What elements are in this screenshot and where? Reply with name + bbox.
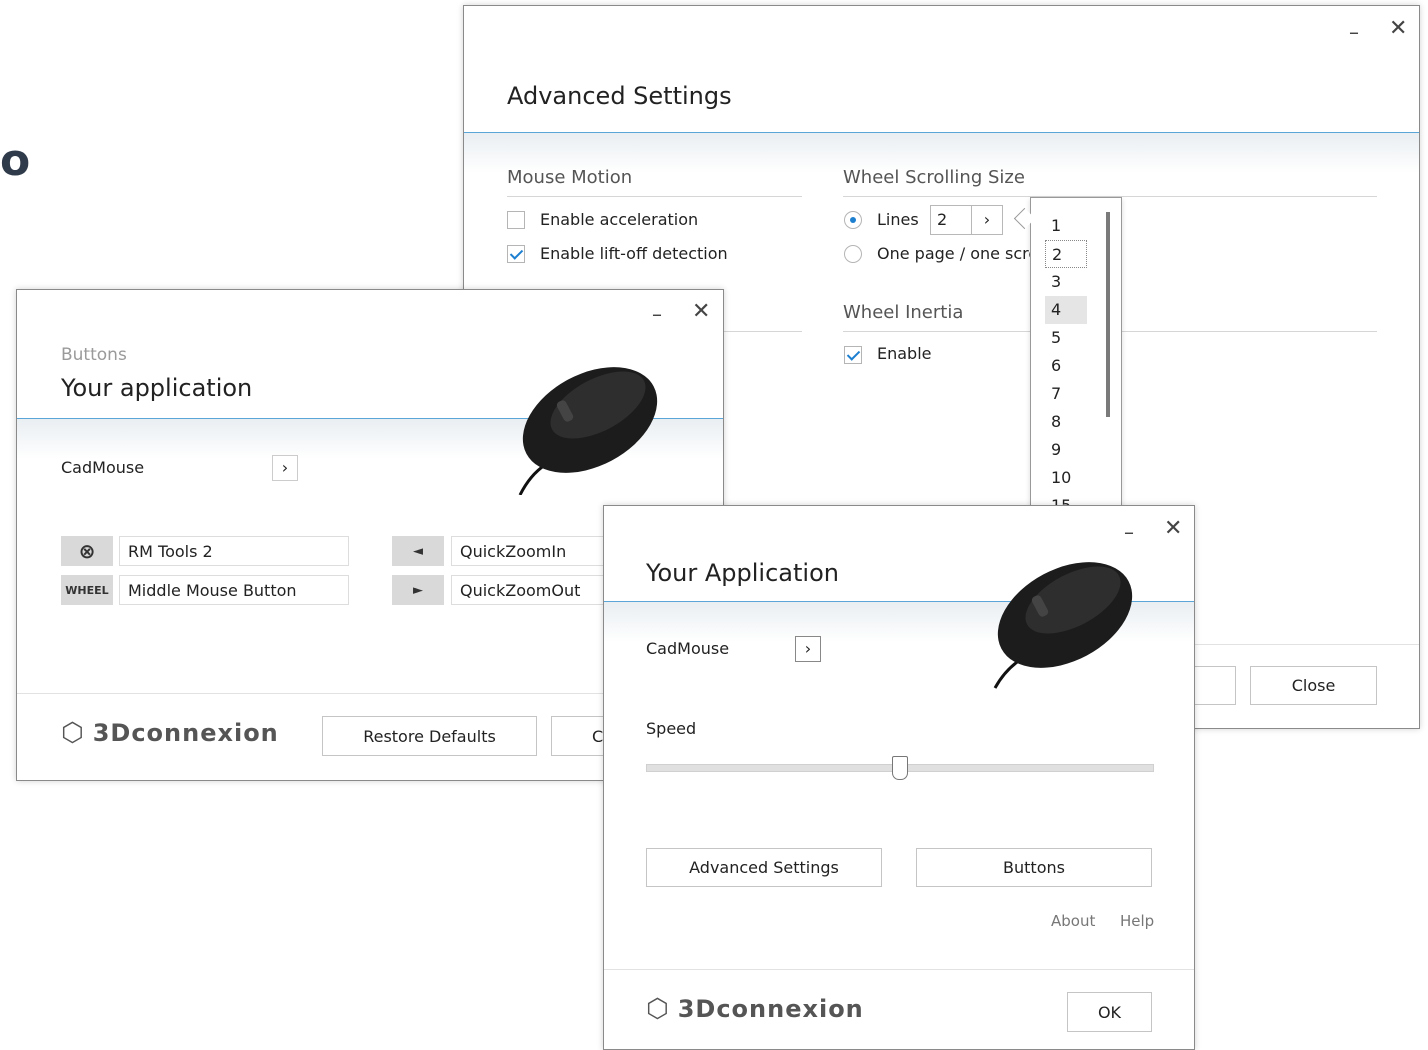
speed-label: Speed: [646, 719, 697, 738]
dropdown-option[interactable]: 4: [1045, 296, 1087, 324]
dropdown-option[interactable]: 5: [1045, 324, 1087, 352]
window-title: Advanced Settings: [507, 82, 732, 110]
mouse-motion-heading: Mouse Motion: [507, 167, 633, 188]
dropdown-option[interactable]: 10: [1045, 464, 1087, 492]
device-next-button[interactable]: ›: [795, 636, 821, 662]
advanced-settings-button[interactable]: Advanced Settings: [646, 848, 882, 887]
enable-acceleration-checkbox[interactable]: [507, 211, 525, 229]
close-icon[interactable]: ✕: [1164, 516, 1182, 541]
lines-radio[interactable]: [844, 211, 862, 229]
logo-cube-icon: ⬡: [61, 718, 85, 748]
enable-liftoff-checkbox[interactable]: [507, 245, 525, 263]
lines-value: 2: [937, 210, 948, 229]
logo-cube-icon: ⬡: [646, 994, 670, 1024]
minimize-icon[interactable]: –: [1124, 520, 1134, 544]
close-icon[interactable]: ✕: [692, 299, 710, 324]
button-icon-rm: ⊗: [61, 536, 113, 566]
brand-logo: ⬡ 3Dconnexion: [646, 994, 864, 1024]
lines-dropdown-button[interactable]: ›: [971, 205, 1003, 235]
minimize-icon[interactable]: –: [652, 302, 662, 326]
arrow-right-icon: ►: [392, 575, 444, 605]
dropdown-option[interactable]: 3: [1045, 268, 1087, 296]
dropdown-option[interactable]: 9: [1045, 436, 1087, 464]
close-button[interactable]: Close: [1250, 666, 1377, 705]
dropdown-scrollbar[interactable]: [1106, 212, 1110, 417]
cadmouse-image: [518, 367, 658, 495]
window-title: Your application: [61, 374, 253, 402]
about-link[interactable]: About: [1051, 912, 1095, 930]
buttons-button[interactable]: Buttons: [916, 848, 1152, 887]
assignment-middle-mouse[interactable]: Middle Mouse Button: [119, 575, 349, 605]
wheel-inertia-enable-checkbox[interactable]: [844, 346, 862, 364]
dropdown-option[interactable]: 1: [1045, 212, 1087, 240]
minimize-icon[interactable]: –: [1349, 20, 1359, 44]
brand-name: 3Dconnexion: [92, 719, 279, 747]
wheel-scrolling-heading: Wheel Scrolling Size: [843, 167, 1025, 188]
chevron-right-icon: ›: [804, 639, 812, 658]
assignment-label: RM Tools 2: [128, 542, 213, 561]
cadmouse-image: [993, 562, 1133, 689]
dropdown-option[interactable]: 8: [1045, 408, 1087, 436]
device-label: CadMouse: [61, 458, 145, 477]
dropdown-option[interactable]: 6: [1045, 352, 1087, 380]
wheel-icon: WHEEL: [61, 575, 113, 605]
restore-defaults-button[interactable]: Restore Defaults: [322, 716, 537, 756]
help-link[interactable]: Help: [1120, 912, 1154, 930]
brand-name: 3Dconnexion: [677, 995, 864, 1023]
assignment-label: QuickZoomIn: [460, 542, 567, 561]
window-title: Your Application: [646, 559, 839, 587]
device-label: CadMouse: [646, 639, 730, 658]
assignment-label: Middle Mouse Button: [128, 581, 297, 600]
wheel-inertia-heading: Wheel Inertia: [843, 302, 964, 323]
one-page-radio[interactable]: [844, 245, 862, 263]
device-next-button[interactable]: ›: [272, 455, 298, 481]
close-icon[interactable]: ✕: [1389, 16, 1407, 41]
arrow-left-icon: ◄: [392, 536, 444, 566]
partial-button-label: C: [592, 726, 604, 746]
lines-value-input[interactable]: 2: [930, 205, 972, 235]
lines-label: Lines: [877, 210, 919, 229]
dropdown-option[interactable]: 7: [1045, 380, 1087, 408]
dropdown-option[interactable]: 2: [1045, 240, 1087, 268]
brand-logo: ⬡ 3Dconnexion: [61, 718, 279, 748]
chevron-right-icon: ›: [983, 210, 991, 229]
wheel-inertia-enable-label: Enable: [877, 344, 932, 363]
one-page-label: One page / one scre: [877, 244, 1039, 263]
section-label: Buttons: [61, 345, 127, 365]
background-heading-fragment: o: [0, 135, 31, 186]
assignment-rm-tools[interactable]: RM Tools 2: [119, 536, 349, 566]
chevron-right-icon: ›: [281, 458, 289, 477]
enable-acceleration-label: Enable acceleration: [540, 210, 699, 229]
speed-slider-thumb[interactable]: [892, 756, 908, 780]
enable-liftoff-label: Enable lift-off detection: [540, 244, 728, 263]
assignment-label: QuickZoomOut: [460, 581, 581, 600]
ok-button[interactable]: OK: [1067, 992, 1152, 1032]
lines-dropdown-list: 1234567891015: [1030, 197, 1122, 527]
